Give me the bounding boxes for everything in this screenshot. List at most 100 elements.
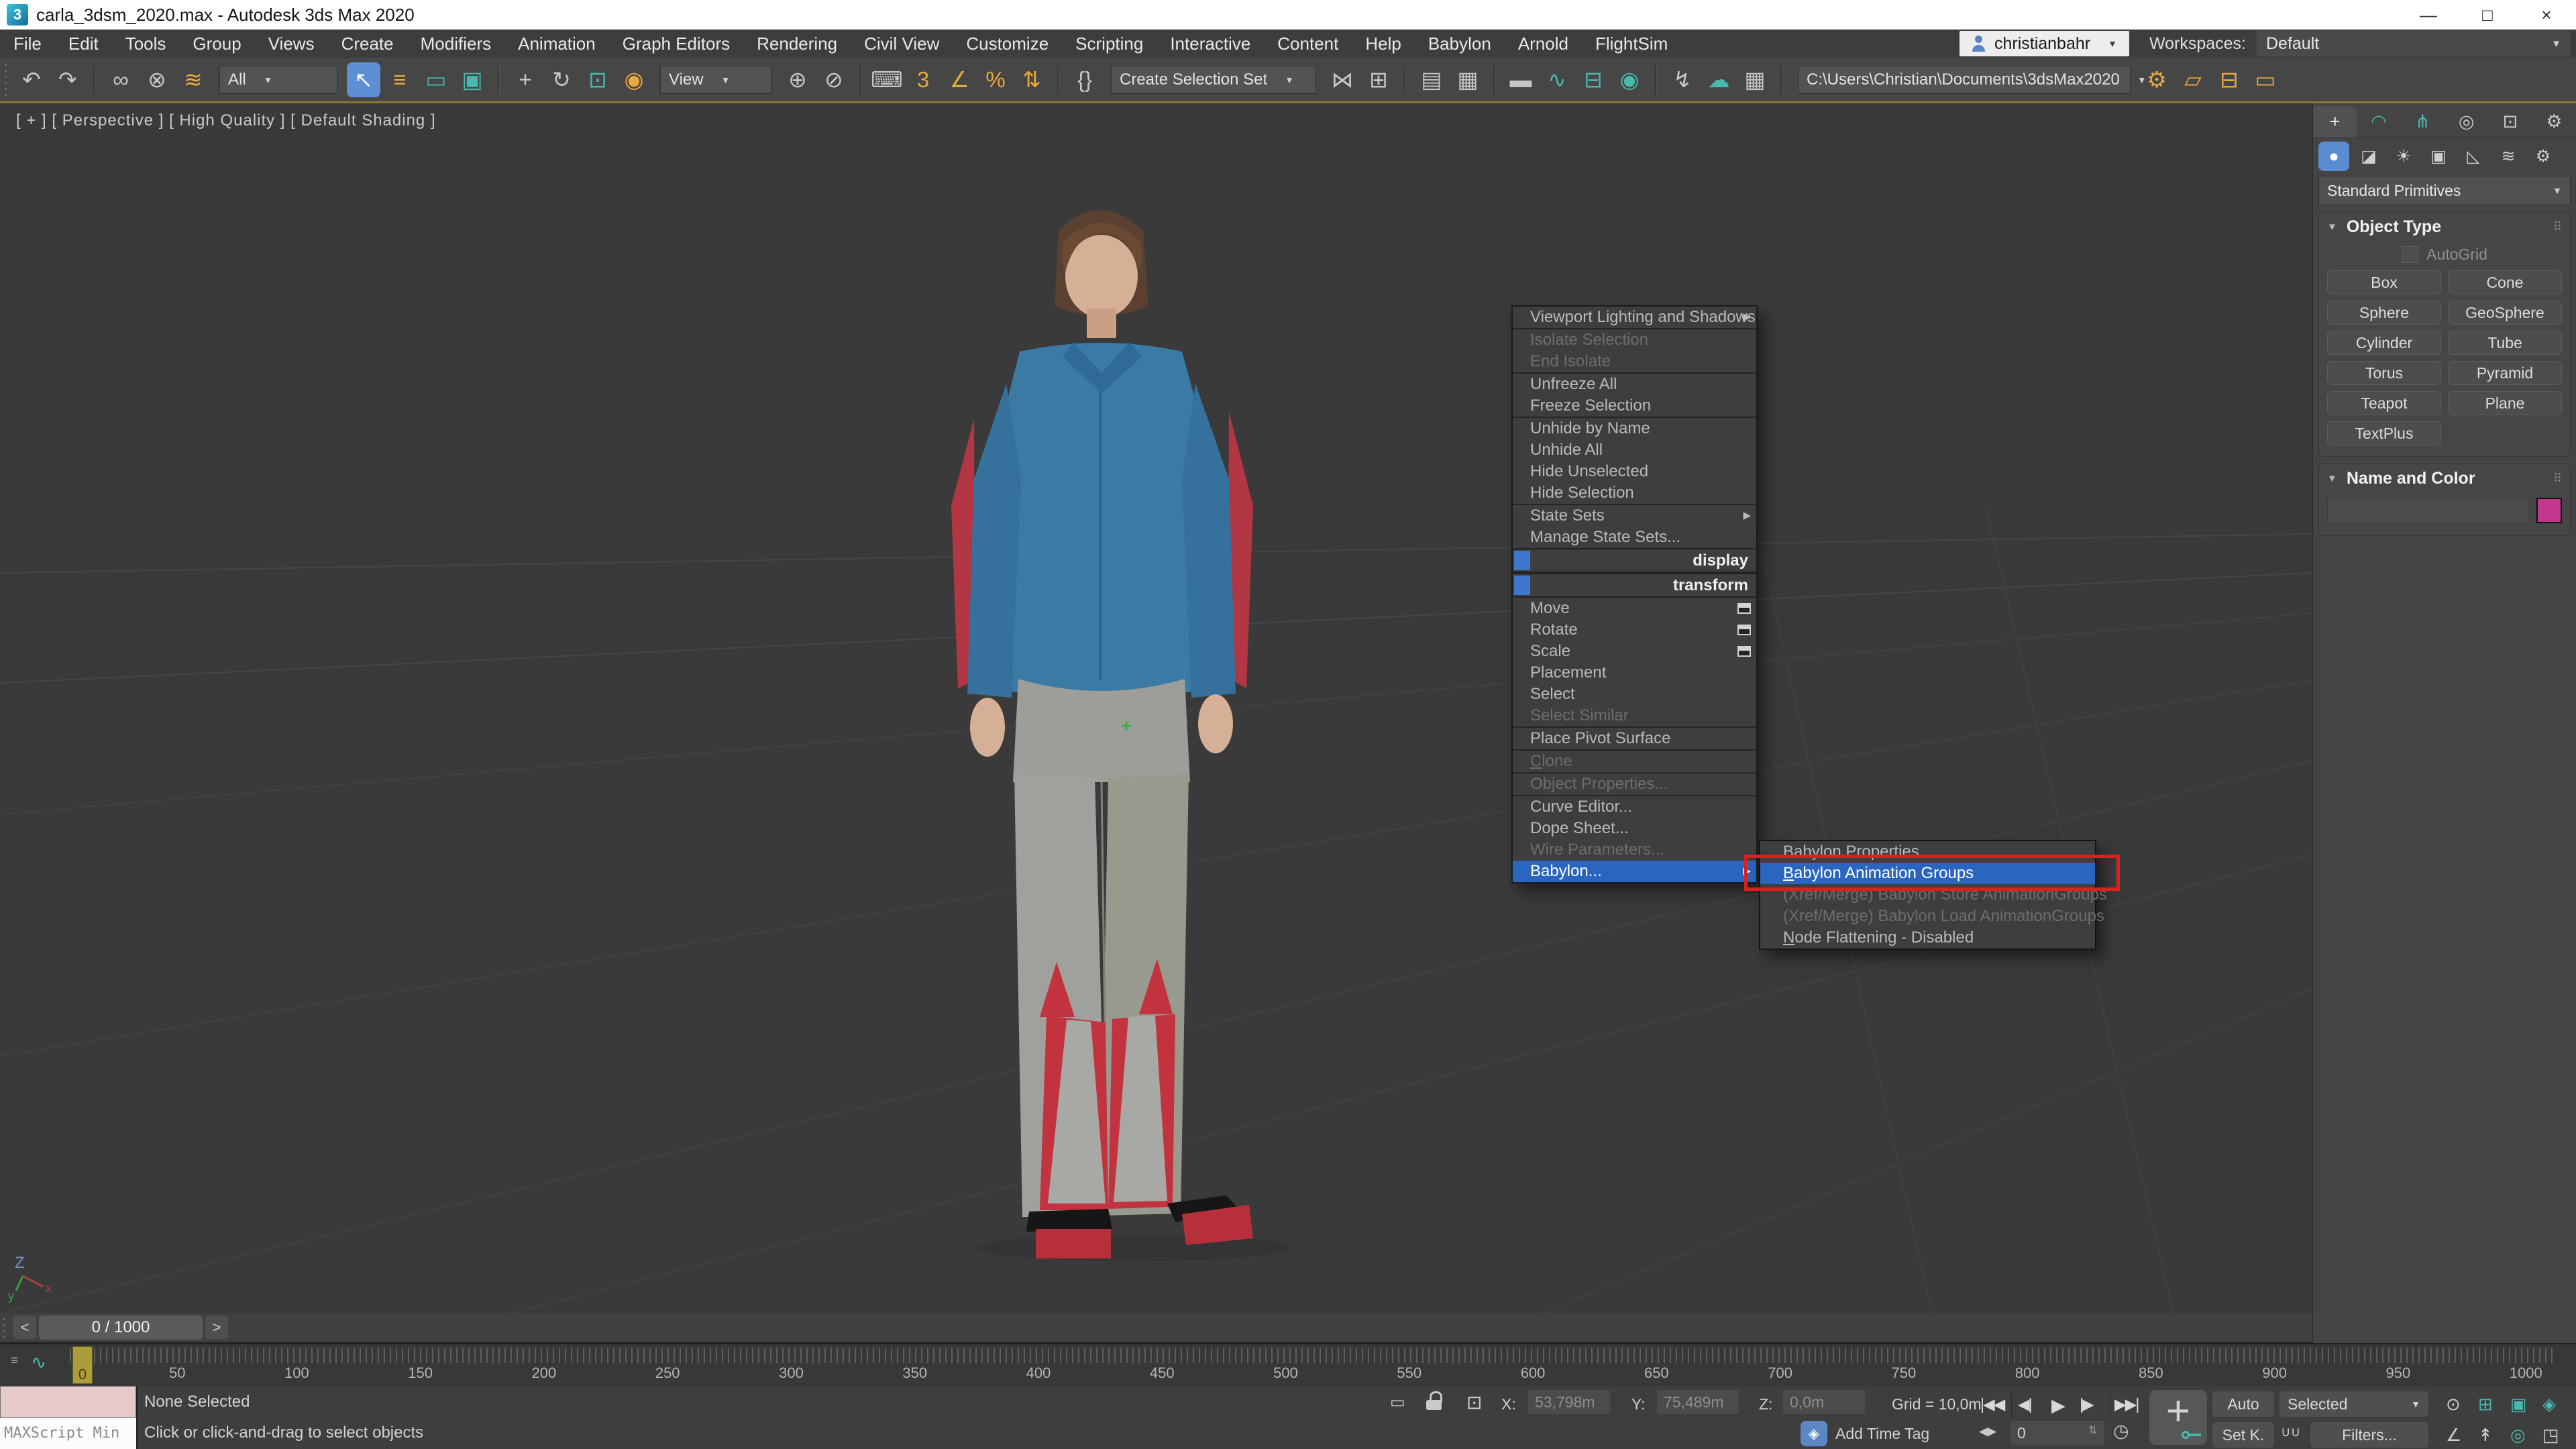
- menu-views[interactable]: Views: [255, 30, 328, 58]
- tab-display[interactable]: ⊡: [2488, 106, 2532, 138]
- plane-button[interactable]: Plane: [2448, 391, 2562, 415]
- x-coordinate-field[interactable]: 53,798m: [1528, 1390, 1610, 1414]
- helpers-icon[interactable]: ◺: [2458, 142, 2489, 171]
- menu-item-hide-selection[interactable]: Hide Selection: [1513, 482, 1756, 504]
- absolute-mode-toggle-icon[interactable]: ⊡: [1466, 1391, 1482, 1413]
- keyboard-shortcut-override-icon[interactable]: ⌨: [870, 62, 904, 97]
- sphere-button[interactable]: Sphere: [2327, 301, 2441, 325]
- zoom-extents-all-icon[interactable]: ◈: [2542, 1394, 2556, 1415]
- zoom-extents-icon[interactable]: ▣: [2510, 1394, 2527, 1415]
- shapes-icon[interactable]: ◪: [2353, 142, 2384, 171]
- menu-rendering[interactable]: Rendering: [743, 30, 851, 58]
- menu-item-place-pivot-surface[interactable]: Place Pivot Surface: [1513, 728, 1756, 749]
- selection-set-dropdown[interactable]: Create Selection Set ▼: [1111, 66, 1316, 94]
- curve-editor-icon[interactable]: ∿: [1540, 62, 1574, 97]
- viewport-label[interactable]: [ + ] [ Perspective ] [ High Quality ] […: [16, 111, 436, 130]
- menu-help[interactable]: Help: [1352, 30, 1414, 58]
- display-quad-header[interactable]: display: [1513, 548, 1756, 573]
- menu-item-state-sets[interactable]: State Sets▶: [1513, 505, 1756, 527]
- play-animation-icon[interactable]: ▶: [2051, 1395, 2064, 1416]
- tab-hierarchy[interactable]: ⋔: [2401, 106, 2445, 138]
- angle-snap-icon[interactable]: ∠: [943, 62, 976, 97]
- settings-box-icon[interactable]: [1737, 646, 1751, 657]
- isolate-selection-toggle-icon[interactable]: ▭: [1390, 1393, 1405, 1412]
- maximize-icon[interactable]: □: [2458, 0, 2517, 30]
- mirror-icon[interactable]: ⋈: [1326, 62, 1359, 97]
- unlink-selection-icon[interactable]: ⊗: [140, 62, 174, 97]
- menu-item-select[interactable]: Select: [1513, 684, 1756, 705]
- material-editor-icon[interactable]: ◉: [1613, 62, 1646, 97]
- time-slider-drag-handle[interactable]: [1, 1316, 9, 1340]
- textplus-button[interactable]: TextPlus: [2327, 421, 2441, 445]
- geometry-category-dropdown[interactable]: Standard Primitives ▼: [2318, 176, 2571, 205]
- key-filter-dropdown[interactable]: Selected ▼: [2279, 1391, 2428, 1417]
- menu-tools[interactable]: Tools: [112, 30, 180, 58]
- project-settings-icon[interactable]: ⚙: [2140, 62, 2174, 97]
- menu-item-unfreeze-all[interactable]: Unfreeze All: [1513, 374, 1756, 395]
- menu-item-manage-state-sets[interactable]: Manage State Sets...: [1513, 527, 1756, 548]
- selection-lock-toggle-icon[interactable]: [1426, 1391, 1444, 1411]
- lights-icon[interactable]: ☀: [2388, 142, 2419, 171]
- autogrid-checkbox[interactable]: [2402, 246, 2418, 263]
- key-mode-toggle-icon[interactable]: ∪∪: [2281, 1424, 2300, 1440]
- geometry-icon[interactable]: ●: [2318, 142, 2349, 171]
- minimize-icon[interactable]: —: [2399, 0, 2458, 30]
- select-and-scale-icon[interactable]: ⊡: [581, 62, 614, 97]
- walk-through-icon[interactable]: ↟: [2478, 1425, 2493, 1446]
- previous-frame-button[interactable]: <: [13, 1316, 36, 1339]
- toggle-scene-explorer-icon[interactable]: ▤: [1415, 62, 1448, 97]
- settings-box-icon[interactable]: [1737, 625, 1751, 635]
- menu-flightsim[interactable]: FlightSim: [1582, 30, 1681, 58]
- menu-graph-editors[interactable]: Graph Editors: [609, 30, 743, 58]
- settings-box-icon[interactable]: [1737, 603, 1751, 614]
- menu-item-dope-sheet[interactable]: Dope Sheet...: [1513, 818, 1756, 839]
- menu-item-viewport-lighting[interactable]: Viewport Lighting and Shadows▶: [1513, 307, 1756, 328]
- menu-item-unhide-all[interactable]: Unhide All: [1513, 439, 1756, 461]
- bind-to-space-warp-icon[interactable]: ≋: [176, 62, 210, 97]
- name-color-header[interactable]: ▼ Name and Color ⠿: [2319, 464, 2570, 492]
- menu-interactive[interactable]: Interactive: [1157, 30, 1264, 58]
- menu-babylon[interactable]: Babylon: [1415, 30, 1505, 58]
- project-new-icon[interactable]: ▭: [2249, 62, 2282, 97]
- menu-arnold[interactable]: Arnold: [1505, 30, 1582, 58]
- selection-filter-dropdown[interactable]: All ▼: [219, 66, 337, 94]
- y-coordinate-field[interactable]: 75,489m: [1657, 1390, 1739, 1414]
- project-folder-dropdown[interactable]: C:\Users\Christian\Documents\3dsMax2020 …: [1798, 66, 2131, 94]
- spinner-snap-icon[interactable]: ⇅: [1015, 62, 1049, 97]
- geosphere-button[interactable]: GeoSphere: [2448, 301, 2562, 325]
- redo-icon[interactable]: ↷: [51, 62, 85, 97]
- toggle-layer-explorer-icon[interactable]: ▦: [1451, 62, 1485, 97]
- use-pivot-point-center-icon[interactable]: ⊕: [781, 62, 814, 97]
- menu-scripting[interactable]: Scripting: [1062, 30, 1157, 58]
- time-slider-value[interactable]: 0 / 1000: [39, 1316, 203, 1340]
- tube-button[interactable]: Tube: [2448, 331, 2562, 355]
- time-configuration-icon[interactable]: ◷: [2113, 1421, 2129, 1442]
- track-bar[interactable]: ≡ ∿ 0 50100 150200 250300 350400 450500 …: [0, 1343, 2576, 1386]
- cameras-icon[interactable]: ▣: [2423, 142, 2454, 171]
- menu-animation[interactable]: Animation: [504, 30, 609, 58]
- menu-item-unhide-by-name[interactable]: Unhide by Name: [1513, 418, 1756, 439]
- menu-content[interactable]: Content: [1264, 30, 1352, 58]
- schematic-view-icon[interactable]: ⊟: [1576, 62, 1610, 97]
- select-by-name-icon[interactable]: ≡: [383, 62, 417, 97]
- maximize-viewport-toggle-icon[interactable]: ◳: [2542, 1425, 2559, 1446]
- torus-button[interactable]: Torus: [2327, 361, 2441, 385]
- add-time-tag[interactable]: Add Time Tag: [1835, 1425, 1929, 1443]
- maxscript-mini-listener[interactable]: MAXScript Min: [0, 1386, 138, 1449]
- menu-edit[interactable]: Edit: [55, 30, 112, 58]
- box-button[interactable]: Box: [2327, 270, 2441, 294]
- menu-item-curve-editor[interactable]: Curve Editor...: [1513, 796, 1756, 818]
- object-type-header[interactable]: ▼ Object Type ⠿: [2319, 213, 2570, 241]
- tab-modify[interactable]: ◠: [2357, 106, 2400, 138]
- menu-item-rotate[interactable]: Rotate: [1513, 619, 1756, 641]
- field-of-view-icon[interactable]: ∠: [2446, 1425, 2461, 1446]
- previous-frame-icon[interactable]: ◀|: [2018, 1395, 2031, 1413]
- teapot-button[interactable]: Teapot: [2327, 391, 2441, 415]
- space-warps-icon[interactable]: ≋: [2493, 142, 2524, 171]
- go-to-end-icon[interactable]: ▶▶|: [2114, 1395, 2138, 1413]
- menu-item-node-flattening[interactable]: Node Flattening - Disabled: [1760, 927, 2095, 949]
- zoom-icon[interactable]: ⊙: [2446, 1394, 2461, 1415]
- menu-item-hide-unselected[interactable]: Hide Unselected: [1513, 461, 1756, 482]
- reference-coordinate-dropdown[interactable]: View ▼: [660, 66, 771, 94]
- frame-up-down-icon[interactable]: ⇅: [2088, 1424, 2097, 1437]
